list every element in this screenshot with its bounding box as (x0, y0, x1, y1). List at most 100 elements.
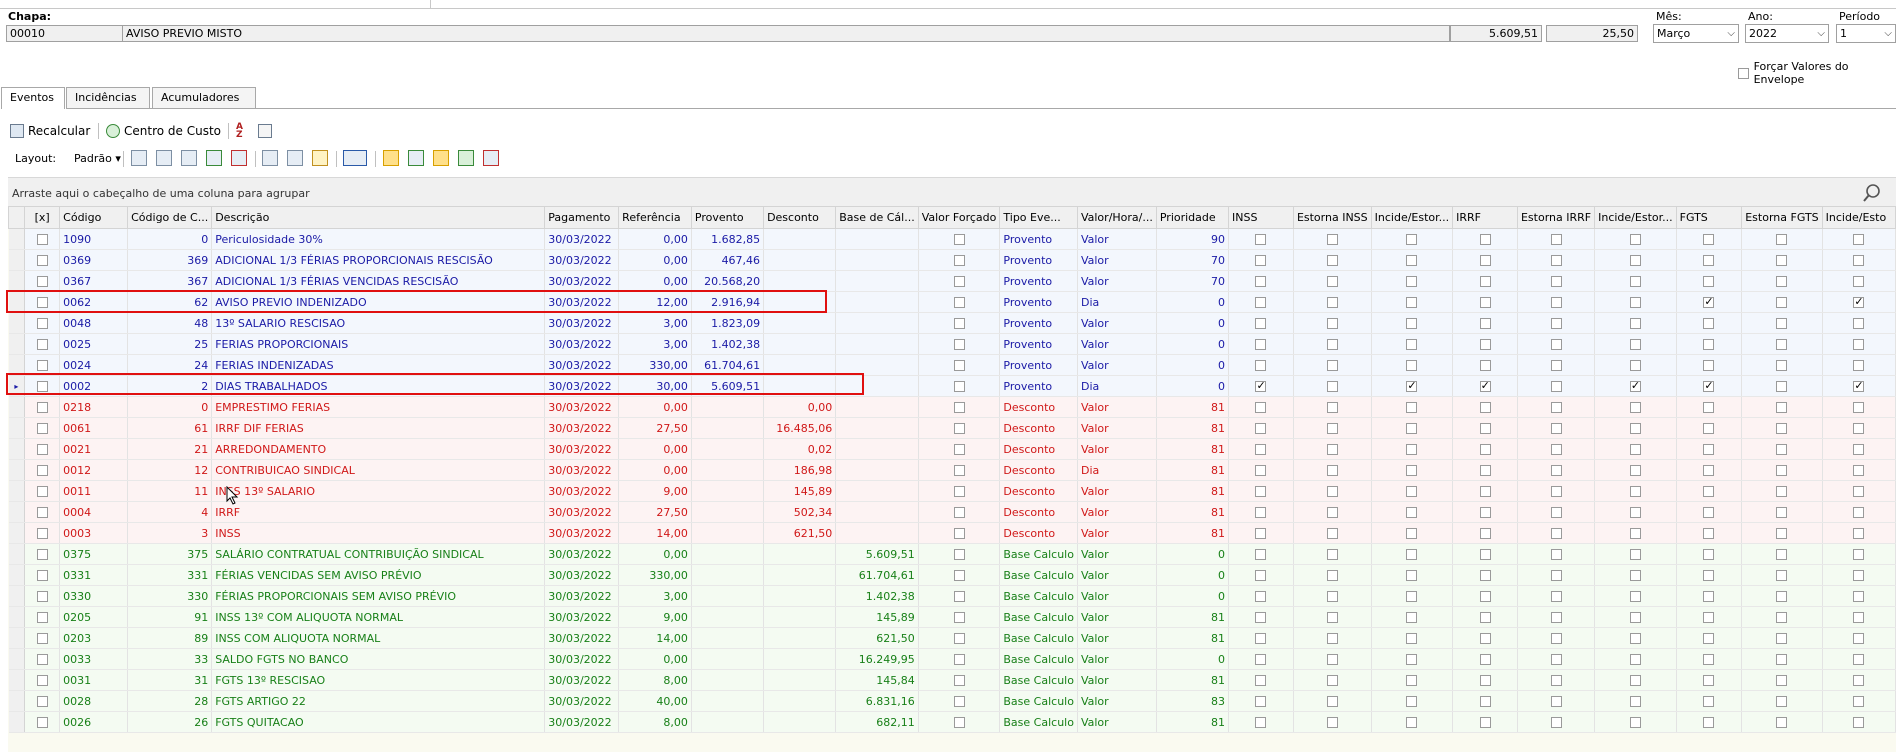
table-row[interactable]: 0331 331 FÉRIAS VENCIDAS SEM AVISO PRÉVIO 3… (8, 564, 1896, 586)
cell-codigo[interactable]: 0331 (59, 564, 129, 586)
flag-checkbox[interactable] (1479, 297, 1491, 308)
cell-flag[interactable] (1228, 648, 1294, 670)
cell-codigo[interactable]: 0369 (59, 249, 129, 271)
flag-checkbox[interactable] (1629, 297, 1641, 308)
cell-codc[interactable]: 12 (127, 459, 213, 481)
cell-ref[interactable]: 3,00 (618, 312, 692, 334)
cell-flag[interactable] (1822, 669, 1896, 691)
flag-checkbox[interactable] (1479, 486, 1491, 497)
flag-checkbox[interactable] (1550, 465, 1562, 476)
cell-flag[interactable] (1594, 396, 1677, 418)
flag-checkbox[interactable] (1479, 654, 1491, 665)
cell-flag[interactable] (1371, 375, 1454, 397)
flag-checkbox[interactable] (1406, 402, 1418, 413)
row-select-cell[interactable] (24, 669, 61, 691)
flag-checkbox[interactable] (1629, 339, 1641, 350)
cell-flag[interactable] (1822, 333, 1896, 355)
flag-checkbox[interactable] (1255, 486, 1267, 497)
cell-flag[interactable] (1594, 438, 1677, 460)
cell-flag[interactable] (1293, 417, 1372, 439)
cell-base[interactable]: 145,89 (835, 606, 919, 628)
cell-codigo[interactable]: 0024 (59, 354, 129, 376)
cell-vh[interactable]: Valor (1077, 438, 1157, 460)
flag-checkbox[interactable] (1853, 633, 1865, 644)
cell-base[interactable] (835, 480, 919, 502)
flag-checkbox[interactable] (1853, 675, 1865, 686)
cell-descv[interactable] (763, 312, 837, 334)
cell-tipo[interactable]: Desconto (999, 459, 1078, 481)
cell-codigo[interactable]: 0330 (59, 585, 129, 607)
cell-flag[interactable] (1517, 312, 1596, 334)
flag-checkbox[interactable] (1776, 675, 1788, 686)
cell-prio[interactable]: 81 (1156, 606, 1229, 628)
flag-checkbox[interactable] (1326, 423, 1338, 434)
table-row[interactable]: 0024 24 FERIAS INDENIZADAS 30/03/2022 330,00… (8, 354, 1896, 376)
cell-flag[interactable] (1452, 417, 1518, 439)
table-row[interactable]: 0205 91 INSS 13º COM ALIQUOTA NORMAL 30/03/… (8, 606, 1896, 628)
flag-checkbox[interactable] (1326, 549, 1338, 560)
cell-flag[interactable] (1293, 270, 1372, 292)
cell-tipo[interactable]: Desconto (999, 438, 1078, 460)
table-row[interactable]: 0203 89 INSS COM ALIQUOTA NORMAL 30/03/2022… (8, 627, 1896, 649)
cell-flag[interactable] (1293, 396, 1372, 418)
cell-flag[interactable] (1452, 270, 1518, 292)
flag-checkbox[interactable] (1406, 255, 1418, 266)
flag-checkbox[interactable] (1776, 339, 1788, 350)
column-header[interactable]: Descrição (211, 206, 546, 229)
cell-flag[interactable] (1822, 354, 1896, 376)
row-select-checkbox[interactable] (36, 465, 48, 476)
cell-base[interactable]: 61.704,61 (835, 564, 919, 586)
cell-base[interactable]: 16.249,95 (835, 648, 919, 670)
flag-checkbox[interactable] (1853, 276, 1865, 287)
cell-pag[interactable]: 30/03/2022 (544, 249, 620, 271)
table-row[interactable]: 0028 28 FGTS ARTIGO 22 30/03/2022 40,00 6.831… (8, 690, 1896, 712)
flag-checkbox[interactable] (1550, 297, 1562, 308)
cell-desc[interactable]: FERIAS INDENIZADAS (211, 354, 546, 376)
cell-ref[interactable]: 0,00 (618, 396, 692, 418)
cell-flag[interactable] (1517, 585, 1596, 607)
flag-checkbox[interactable] (1406, 234, 1418, 245)
flag-checkbox[interactable] (1255, 675, 1267, 686)
flag-checkbox[interactable] (1776, 486, 1788, 497)
cell-flag[interactable] (1293, 249, 1372, 271)
cell-prio[interactable]: 70 (1156, 270, 1229, 292)
cell-base[interactable]: 6.831,16 (835, 690, 919, 712)
flag-checkbox[interactable] (1479, 360, 1491, 371)
cell-prio[interactable]: 81 (1156, 711, 1229, 733)
flag-checkbox[interactable] (1255, 591, 1267, 602)
cell-valor-forcado[interactable] (918, 669, 1001, 691)
row-select-cell[interactable] (24, 564, 61, 586)
cell-flag[interactable] (1517, 543, 1596, 565)
flag-checkbox[interactable] (1326, 570, 1338, 581)
cell-flag[interactable] (1676, 312, 1743, 334)
flag-checkbox[interactable] (1776, 507, 1788, 518)
cell-codc[interactable]: 330 (127, 585, 213, 607)
cell-flag[interactable] (1741, 606, 1823, 628)
table-row[interactable]: 1090 0 Periculosidade 30% 30/03/2022 0,00 1.6… (8, 228, 1896, 250)
cell-codc[interactable]: 0 (127, 228, 213, 250)
cell-descv[interactable] (763, 543, 837, 565)
cell-prio[interactable]: 70 (1156, 249, 1229, 271)
cell-flag[interactable] (1228, 627, 1294, 649)
cell-pag[interactable]: 30/03/2022 (544, 459, 620, 481)
cell-flag[interactable] (1452, 396, 1518, 418)
cell-descv[interactable] (763, 711, 837, 733)
cell-flag[interactable] (1293, 648, 1372, 670)
cell-prio[interactable]: 0 (1156, 333, 1229, 355)
flag-checkbox[interactable] (1479, 549, 1491, 560)
flag-checkbox[interactable] (1550, 381, 1562, 392)
row-indicator[interactable] (8, 396, 26, 418)
cell-flag[interactable] (1452, 585, 1518, 607)
cell-descv[interactable]: 621,50 (763, 522, 837, 544)
flag-checkbox[interactable] (1406, 696, 1418, 707)
cell-desc[interactable]: IRRF DIF FERIAS (211, 417, 546, 439)
cell-flag[interactable] (1822, 270, 1896, 292)
cell-flag[interactable] (1594, 417, 1677, 439)
cell-flag[interactable] (1371, 585, 1454, 607)
row-indicator[interactable] (8, 333, 26, 355)
flag-checkbox[interactable] (1326, 297, 1338, 308)
highlight-icon[interactable] (312, 150, 328, 166)
cell-codigo[interactable]: 0062 (59, 291, 129, 313)
cell-flag[interactable] (1371, 564, 1454, 586)
flag-checkbox[interactable] (1776, 570, 1788, 581)
